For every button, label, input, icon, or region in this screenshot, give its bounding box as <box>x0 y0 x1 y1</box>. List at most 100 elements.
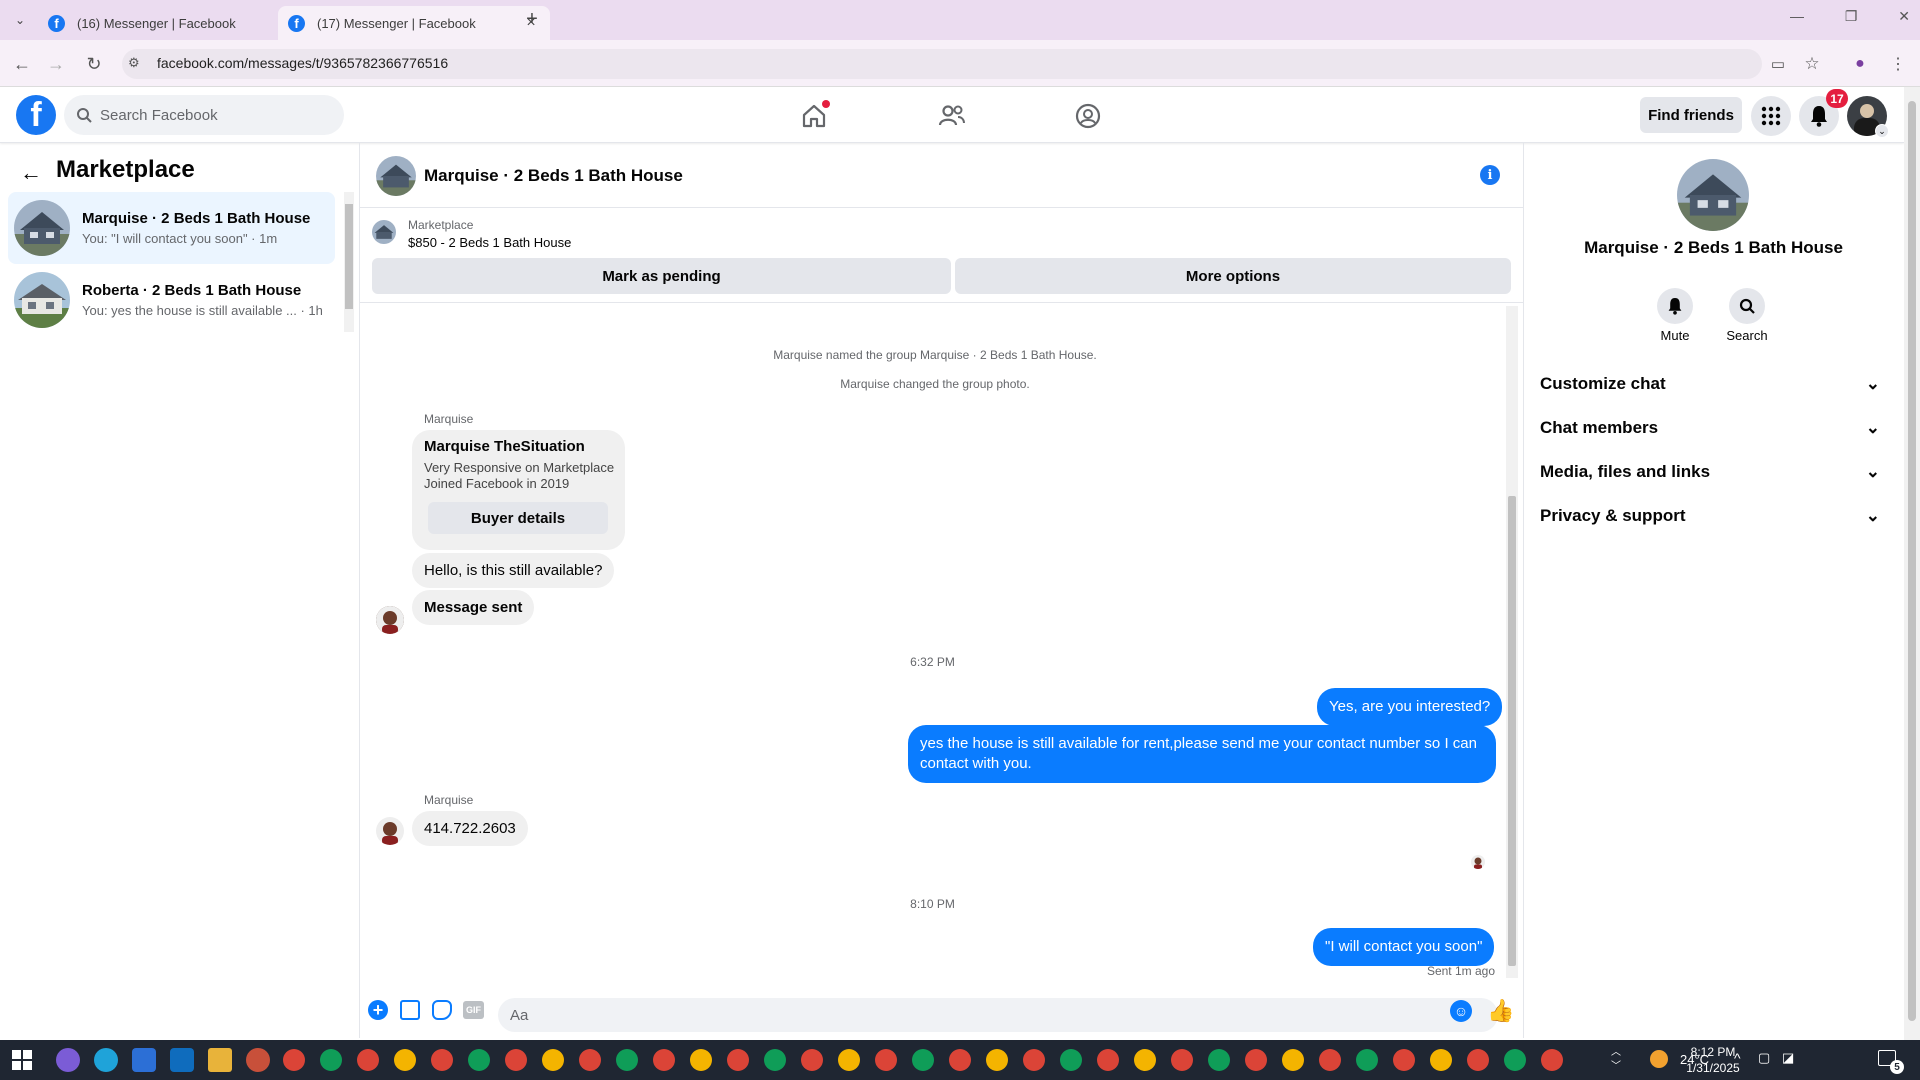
back-arrow-icon[interactable]: ← <box>20 160 42 186</box>
profile-icon[interactable]: ● <box>1846 50 1874 78</box>
buyer-name: Marquise TheSituation <box>424 438 585 455</box>
browser-tab-1[interactable]: f (16) Messenger | Facebook × <box>38 6 310 40</box>
outlook-icon[interactable] <box>170 1048 194 1072</box>
windows-start-icon[interactable] <box>12 1050 32 1070</box>
media-files-links-section[interactable]: Media, files and links ⌄ <box>1540 454 1890 490</box>
tab-title: (17) Messenger | Facebook <box>317 15 476 31</box>
buyer-card: Marquise TheSituation Very Responsive on… <box>412 430 625 550</box>
forward-icon[interactable]: → <box>42 50 70 78</box>
home-notification-dot <box>822 100 830 108</box>
reload-icon[interactable]: ↻ <box>80 50 108 78</box>
customize-chat-section[interactable]: Customize chat ⌄ <box>1540 366 1890 402</box>
chat-members-section[interactable]: Chat members ⌄ <box>1540 410 1890 446</box>
home-icon[interactable] <box>794 96 834 136</box>
conversation-item-roberta[interactable]: Roberta · 2 Beds 1 Bath House You: yes t… <box>8 264 335 336</box>
chat-title[interactable]: Marquise · 2 Beds 1 Bath House <box>424 166 683 186</box>
mark-as-pending-button[interactable]: Mark as pending <box>372 258 951 294</box>
browser-tab-2[interactable]: f (17) Messenger | Facebook × <box>278 6 550 40</box>
restore-icon[interactable]: ❐ <box>1845 8 1858 32</box>
facebook-favicon-icon: f <box>288 14 305 32</box>
window-controls[interactable]: — ❐ ✕ <box>1790 8 1910 32</box>
menu-grid-icon[interactable] <box>1751 96 1791 136</box>
network-icon[interactable]: ▢ <box>1758 1050 1770 1066</box>
bookmark-star-icon[interactable]: ☆ <box>1798 50 1826 78</box>
friends-icon[interactable] <box>932 96 972 136</box>
copilot-icon[interactable] <box>56 1048 80 1072</box>
chrome-menu-icon[interactable]: ⋮ <box>1884 50 1912 78</box>
volume-icon[interactable]: ◪ <box>1782 1050 1794 1066</box>
listing-title[interactable]: $850 - 2 Beds 1 Bath House <box>408 235 571 250</box>
clock-date: 1/31/2025 <box>1686 1061 1740 1075</box>
search-icon <box>77 108 92 123</box>
install-app-icon[interactable]: ▭ <box>1764 50 1792 78</box>
gif-icon[interactable]: GIF <box>463 1001 484 1019</box>
marquise-avatar[interactable] <box>376 817 404 845</box>
search-icon[interactable] <box>1729 288 1765 324</box>
edge-icon[interactable] <box>94 1048 118 1072</box>
weather-icon[interactable] <box>1650 1050 1668 1068</box>
site-info-icon[interactable]: ⚙ <box>128 55 140 71</box>
file-explorer-icon[interactable] <box>208 1048 232 1072</box>
more-options-button[interactable]: More options <box>955 258 1511 294</box>
url-text[interactable]: facebook.com/messages/t/9365782366776516 <box>157 55 448 71</box>
buyer-details-button[interactable]: Buyer details <box>428 502 608 534</box>
incoming-message[interactable]: Message sent <box>412 590 535 625</box>
chat-avatar[interactable] <box>376 156 416 196</box>
account-chevron-icon[interactable]: ⌄ <box>1875 124 1889 138</box>
search-facebook-input[interactable]: Search Facebook <box>64 95 344 135</box>
listing-thumbnail <box>372 220 396 244</box>
tab-search-chevron-icon[interactable]: ⌄ <box>10 10 30 30</box>
conversation-name: Roberta · 2 Beds 1 Bath House <box>82 282 302 299</box>
message-status: Sent 1m ago <box>1426 964 1495 978</box>
message-input-placeholder: Aa <box>510 1006 529 1024</box>
conversation-item-marquise[interactable]: Marquise · 2 Beds 1 Bath House You: "I w… <box>8 192 335 264</box>
incoming-message[interactable]: Hello, is this still available? <box>412 553 615 588</box>
window-close-icon[interactable]: ✕ <box>1898 8 1910 32</box>
system-message: Marquise changed the group photo. <box>840 377 1030 391</box>
conversation-list-scrollbar[interactable] <box>344 192 354 332</box>
marquise-avatar[interactable] <box>376 606 404 634</box>
mute-bell-icon[interactable] <box>1657 288 1693 324</box>
chrome-taskbar-icons[interactable] <box>282 1048 1582 1072</box>
search-placeholder: Search Facebook <box>100 106 218 124</box>
privacy-support-section[interactable]: Privacy & support ⌄ <box>1540 498 1890 534</box>
app-icon[interactable] <box>246 1048 270 1072</box>
new-tab-icon[interactable]: + <box>520 8 544 32</box>
attach-photo-icon[interactable] <box>400 1000 420 1020</box>
emoji-icon[interactable]: ☺ <box>1450 1000 1472 1022</box>
section-label: Media, files and links <box>1540 462 1711 481</box>
mute-label: Mute <box>1660 328 1690 343</box>
facebook-logo-icon[interactable]: f <box>16 95 56 135</box>
system-message: Marquise named the group Marquise · 2 Be… <box>773 348 1097 362</box>
notification-center-count: 5 <box>1890 1060 1904 1074</box>
page-scrollbar[interactable] <box>1904 87 1920 1040</box>
chat-info-avatar[interactable] <box>1677 159 1749 231</box>
chrome-icon <box>283 1049 1563 1071</box>
sticker-icon[interactable] <box>432 1000 452 1020</box>
timestamp: 6:32 PM <box>910 655 955 669</box>
message-input[interactable]: Aa <box>498 998 1498 1032</box>
outgoing-message[interactable]: Yes, are you interested? <box>1317 688 1503 726</box>
add-plus-icon[interactable]: + <box>368 1000 388 1020</box>
info-icon[interactable]: i <box>1480 165 1500 185</box>
outgoing-message[interactable]: yes the house is still available for ren… <box>908 725 1496 783</box>
conversation-name: Marquise · 2 Beds 1 Bath House <box>82 210 311 227</box>
outgoing-message[interactable]: "I will contact you soon" <box>1313 928 1495 966</box>
taskbar-scroll-arrows[interactable]: ︿ ﹀ <box>1610 1046 1622 1074</box>
tab-title: (16) Messenger | Facebook <box>77 15 236 31</box>
groups-icon[interactable] <box>1068 96 1108 136</box>
chat-info-title: Marquise · 2 Beds 1 Bath House <box>1584 238 1843 257</box>
listing-source: Marketplace <box>408 218 474 232</box>
store-icon[interactable] <box>132 1048 156 1072</box>
minimize-icon[interactable]: — <box>1790 8 1804 32</box>
system-clock[interactable]: 8:12 PM 1/31/2025 <box>1668 1044 1758 1076</box>
incoming-message[interactable]: 414.722.2603 <box>412 811 528 846</box>
message-scrollbar[interactable] <box>1506 306 1518 978</box>
find-friends-button[interactable]: Find friends <box>1640 97 1742 133</box>
thumbs-up-icon[interactable]: 👍 <box>1487 998 1514 1024</box>
section-label: Customize chat <box>1540 374 1666 393</box>
chevron-down-icon: ⌄ <box>1865 462 1880 481</box>
chevron-down-icon: ⌄ <box>1865 418 1880 437</box>
clock-time: 8:12 PM <box>1690 1045 1736 1059</box>
back-icon[interactable]: ← <box>8 50 36 78</box>
